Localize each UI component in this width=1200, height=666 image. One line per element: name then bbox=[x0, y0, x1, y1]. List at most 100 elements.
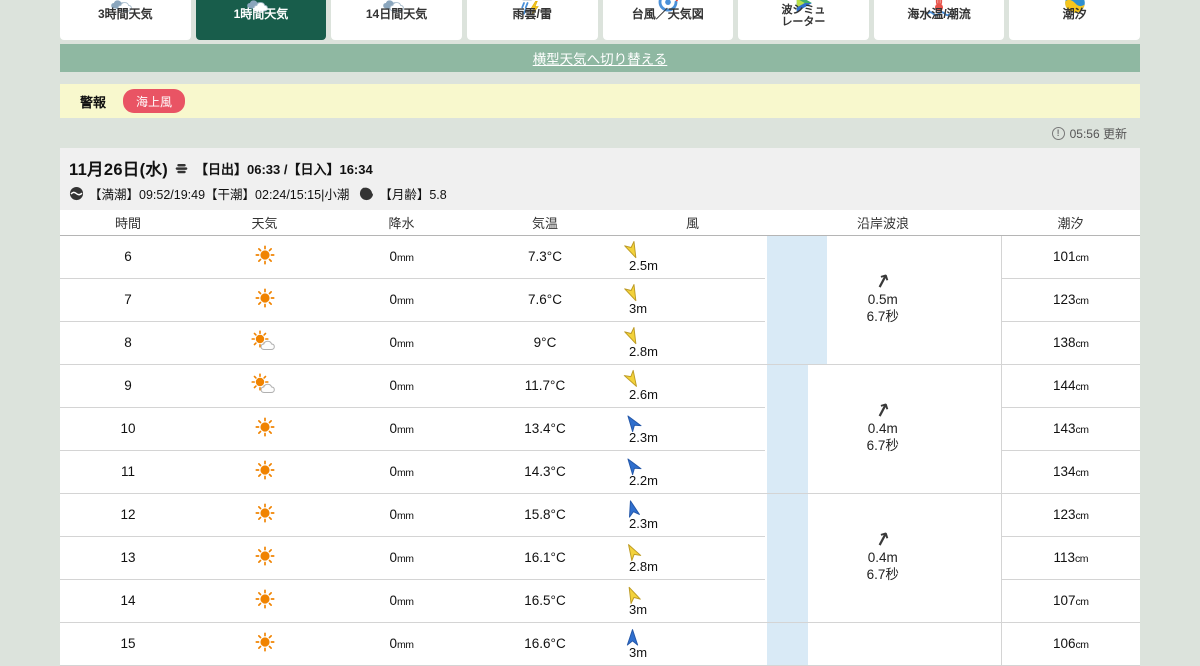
sunny-icon bbox=[254, 589, 275, 609]
tab-3hour[interactable]: 3時間天気 bbox=[60, 0, 191, 40]
wind-direction-icon bbox=[626, 629, 639, 646]
weather-icon-cell bbox=[196, 579, 333, 623]
tab-label: 波シミュ レーター bbox=[781, 4, 826, 28]
wind-cell: 2.8m bbox=[620, 321, 765, 365]
hour-cell: 10 bbox=[60, 407, 196, 451]
tab-tide[interactable]: 潮汐 bbox=[1009, 0, 1140, 40]
temp-cell: 11.7°C bbox=[470, 364, 620, 408]
hour-cell: 9 bbox=[60, 364, 196, 408]
temp-cell: 7.6°C bbox=[470, 278, 620, 322]
tide-cell: 138cm bbox=[1000, 321, 1140, 365]
precip-cell: 0mm bbox=[333, 579, 470, 623]
precip-cell: 0mm bbox=[333, 321, 470, 365]
typhoon-icon bbox=[652, 0, 684, 12]
wave-direction-icon: ↗ bbox=[872, 269, 894, 295]
wave-cell: ↗ 0.4m 6.7秒 bbox=[765, 364, 1001, 494]
wave-period: 6.7秒 bbox=[866, 309, 899, 325]
table-row: 6 0mm 7.3°C 2.5m ↗ 0.5m 6.7秒 101cm bbox=[60, 235, 1140, 365]
switch-to-horizontal-link[interactable]: 横型天気へ切り替える bbox=[533, 48, 668, 68]
wind-cell: 2.3m bbox=[620, 493, 765, 537]
temp-cell: 16.5°C bbox=[470, 579, 620, 623]
tide-cell: 123cm bbox=[1000, 278, 1140, 322]
temp-cell: 14.3°C bbox=[470, 450, 620, 494]
warning-badge-sea-wind[interactable]: 海上風 bbox=[123, 89, 186, 113]
weather-icon-cell bbox=[196, 622, 333, 666]
sunny-icon bbox=[254, 460, 275, 480]
tab-label: 14日間天気 bbox=[365, 7, 428, 21]
wind-speed: 3m bbox=[629, 645, 648, 660]
wave-period: 6.7秒 bbox=[866, 567, 899, 583]
tab-label: 雨雲/雷 bbox=[512, 7, 552, 21]
forecast-content: 11月26日(水) 【日出】06:33 /【日入】16:34 【満潮】09:52… bbox=[60, 148, 1140, 666]
column-header: 沿岸波浪 bbox=[765, 210, 1001, 236]
tide-times-label: 【満潮】09:52/19:49【干潮】02:24/15:15|小潮 bbox=[89, 188, 350, 202]
sun-cloud-icon bbox=[245, 0, 277, 12]
sunny-icon bbox=[254, 546, 275, 566]
tab-wavesim[interactable]: 波シミュ レーター bbox=[738, 0, 869, 40]
rain-lightning-icon bbox=[516, 0, 548, 15]
wave-period: 6.7秒 bbox=[866, 438, 899, 454]
tab-label: 3時間天気 bbox=[97, 7, 153, 21]
sun-cloud-icon bbox=[381, 0, 413, 12]
weather-icon-cell bbox=[196, 235, 333, 279]
tab-label: 海水温/潮流 bbox=[907, 7, 971, 21]
column-header: 風 bbox=[620, 210, 765, 236]
temp-cell: 13.4°C bbox=[470, 407, 620, 451]
wind-cell: 3m bbox=[620, 622, 765, 666]
column-header: 天気 bbox=[196, 210, 333, 236]
update-time: 05:56 更新 bbox=[1069, 126, 1127, 141]
tide-cell: 107cm bbox=[1000, 579, 1140, 623]
wind-speed: 2.3m bbox=[629, 516, 658, 531]
date-header: 11月26日(水) 【日出】06:33 /【日入】16:34 【満潮】09:52… bbox=[60, 148, 1140, 210]
tab-label: 台風／天気図 bbox=[631, 7, 704, 21]
temp-cell: 7.3°C bbox=[470, 235, 620, 279]
partly-cloudy-icon bbox=[251, 330, 275, 350]
hourly-forecast-table: 時間 天気 降水 気温風沿岸波浪 潮汐 6 0mm 7.3°C 2.5m ↗ 0.5m 6.7秒 10… bbox=[60, 210, 1140, 666]
moon-icon bbox=[359, 186, 374, 201]
wind-cell: 3m bbox=[620, 278, 765, 322]
tab-label: 潮汐 bbox=[1062, 7, 1087, 21]
tab-radar[interactable]: 雨雲/雷 bbox=[466, 0, 598, 40]
tide-wave-icon bbox=[69, 186, 84, 201]
sunny-icon bbox=[254, 288, 275, 308]
weather-icon-cell bbox=[196, 278, 333, 322]
column-header: 時間 bbox=[60, 210, 196, 236]
tab-seatemp[interactable]: 海水温/潮流 bbox=[873, 0, 1005, 40]
precip-cell: 0mm bbox=[333, 235, 470, 279]
hour-cell: 7 bbox=[60, 278, 196, 322]
sunny-icon bbox=[254, 245, 275, 265]
layout-switch-bar: 横型天気へ切り替える bbox=[60, 44, 1140, 72]
tab-typhoon[interactable]: 台風／天気図 bbox=[602, 0, 734, 40]
precip-cell: 0mm bbox=[333, 536, 470, 580]
warning-bar: 警報 海上風 bbox=[60, 84, 1140, 118]
wind-cell: 2.5m bbox=[620, 235, 765, 279]
precip-cell: 0mm bbox=[333, 450, 470, 494]
column-header: 降水 bbox=[333, 210, 470, 236]
sun-cloud-icon bbox=[109, 0, 141, 12]
table-row: 12 0mm 15.8°C 2.3m ↗ 0.4m 6.7秒 123cm bbox=[60, 493, 1140, 623]
wave-direction-icon: ↗ bbox=[872, 398, 894, 424]
hour-cell: 6 bbox=[60, 235, 196, 279]
precip-cell: 0mm bbox=[333, 278, 470, 322]
hour-cell: 11 bbox=[60, 450, 196, 494]
hour-cell: 14 bbox=[60, 579, 196, 623]
update-line: ! 05:56 更新 bbox=[60, 118, 1140, 148]
table-row: 15 0mm 16.6°C 3m 106cm bbox=[60, 622, 1140, 666]
tide-cell: 143cm bbox=[1000, 407, 1140, 451]
column-header: 潮汐 bbox=[1001, 210, 1140, 236]
tide-cell: 101cm bbox=[1000, 235, 1140, 279]
wave-cell bbox=[765, 622, 1001, 666]
sea-temp-icon bbox=[923, 0, 955, 17]
sunny-icon bbox=[254, 503, 275, 523]
info-icon: ! bbox=[1051, 126, 1065, 140]
date-label: 11月26日(水) bbox=[69, 161, 168, 179]
wave-direction-icon: ↗ bbox=[872, 527, 894, 553]
temp-cell: 16.6°C bbox=[470, 622, 620, 666]
wave-cell: ↗ 0.5m 6.7秒 bbox=[765, 235, 1001, 365]
tab-1hour[interactable]: 1時間天気 bbox=[195, 0, 327, 40]
tab-14day[interactable]: 14日間天気 bbox=[331, 0, 462, 40]
wind-speed: 2.8m bbox=[629, 344, 658, 359]
precip-cell: 0mm bbox=[333, 622, 470, 666]
temp-cell: 16.1°C bbox=[470, 536, 620, 580]
sunrise-icon bbox=[174, 161, 189, 176]
